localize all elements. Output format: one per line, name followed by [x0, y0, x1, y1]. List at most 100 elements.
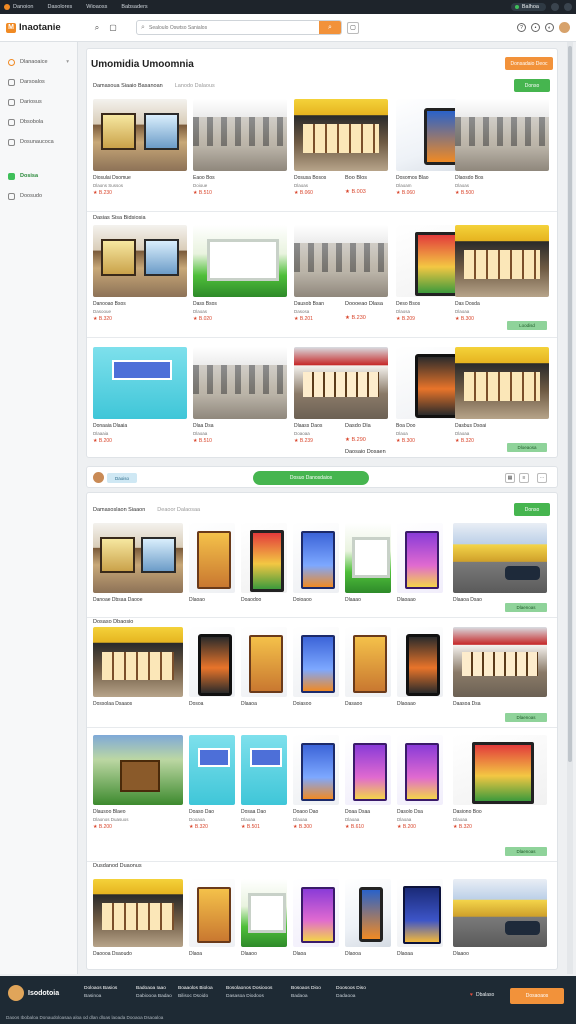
product-tile[interactable]: Dlaosdo Bos Dlaoas ★ B.500	[455, 99, 549, 196]
view-tag[interactable]: Loodisd	[507, 321, 547, 330]
product-tile[interactable]: Dlaoa	[189, 879, 235, 957]
product-tile[interactable]: Dlaaoa	[241, 627, 287, 707]
app-logo[interactable]: M Inaotanie	[6, 22, 86, 33]
product-image	[93, 347, 187, 419]
sidebar-item-3[interactable]: Dariosus	[0, 92, 77, 112]
online-dot-icon	[514, 5, 519, 9]
notification-icon[interactable]	[551, 3, 559, 11]
bell-icon[interactable]: •	[531, 23, 540, 32]
product-tile[interactable]: Das Dosda Dlaoaa ★ B.300	[455, 225, 549, 322]
product-tile[interactable]: Dlaaoo	[241, 879, 287, 957]
catalog-card-bottom: Damasoslaon Siaaon Deaoor Dalaosaa Donso …	[86, 492, 558, 970]
sidebar-item-dashboard[interactable]: Dlanaoaice ▾	[0, 52, 77, 72]
catalog-card-top: Umomidia Umoomnia Donsadaio Deoc Damasou…	[86, 48, 558, 458]
product-tile[interactable]: Danoae Dbsaa Daooe	[93, 523, 183, 603]
product-tile[interactable]: Dosusa Bosos Dlaoas ★ B.060	[294, 99, 388, 196]
product-image	[455, 347, 549, 419]
social-link[interactable]: ♥ Dbalaso	[470, 992, 494, 998]
product-tile[interactable]: Doiasoo	[293, 627, 339, 707]
product-tile[interactable]: Dosoa	[189, 627, 235, 707]
product-image	[193, 347, 287, 419]
sidebar-item-active[interactable]: Dosisa	[0, 166, 77, 186]
product-tile[interactable]: Dlaoaa	[397, 879, 443, 957]
nav-link-2[interactable]: Dasolores	[48, 4, 73, 10]
nav-link-home[interactable]: Danoion	[4, 4, 34, 10]
product-tile[interactable]: Dossolaa Dsaaos	[93, 627, 183, 707]
filter-chip[interactable]: Daoiso	[107, 473, 137, 483]
avatar[interactable]	[559, 22, 570, 33]
product-tile[interactable]: Dausob Bsan Dasosa ★ B.201	[294, 225, 388, 322]
product-tile[interactable]: Diosulai Dsomue Dlaons Sussos ★ B.230	[93, 99, 187, 196]
product-tile[interactable]: Dlaoaao	[397, 523, 443, 603]
product-tile[interactable]: Dlaoaao	[397, 627, 443, 707]
footer-logo[interactable]: Isodotoia	[8, 985, 59, 1001]
product-tile[interactable]: Dosaa Dao Dlaoaa ★ B.501	[241, 735, 287, 830]
product-image	[345, 523, 391, 593]
product-tile[interactable]: Dlaa Dsa Dlaoaa ★ B.510	[193, 347, 287, 444]
product-tile[interactable]: Dasiono Boo Dlaoaa ★ B.320	[453, 735, 547, 830]
nav-link-4[interactable]: Babsaders	[121, 4, 147, 10]
product-tile[interactable]: Donaaia Dlaaia Dlaaaia ★ B.200	[93, 347, 187, 444]
load-more-button[interactable]: Dosuo Danosdaios	[253, 471, 369, 485]
product-image	[93, 627, 183, 697]
product-tile[interactable]: Doioaoo	[293, 523, 339, 603]
product-tile[interactable]: Dasbus Dsoai Dlaoaa ★ B.320	[455, 347, 549, 444]
sidebar-item-5[interactable]: Dosunaucoca	[0, 132, 77, 152]
product-image	[345, 735, 391, 805]
product-tile[interactable]: Dlaaao	[345, 523, 391, 603]
app-header: MInaotanie ⌕ ▢ ⌕ ⌕ ▢ ? • ◐	[0, 14, 576, 42]
document-icon	[8, 118, 15, 126]
product-tile[interactable]: Dlausoo Blaeo Dlaonos Duasuos ★ B.200	[93, 735, 183, 830]
search-toggle-icon[interactable]: ⌕	[92, 23, 102, 33]
search-submit-button[interactable]: ⌕	[319, 21, 341, 34]
search-input[interactable]	[149, 24, 319, 31]
product-image	[397, 879, 443, 947]
product-tile[interactable]: Danooao Bsos Dasooue ★ B.320	[93, 225, 187, 322]
more-icon[interactable]: ⋯	[537, 473, 547, 483]
product-tile[interactable]: Dlaoa	[293, 879, 339, 957]
tile-price-extra: ★ B.230	[345, 315, 366, 321]
sidebar-item-4[interactable]: Dbsobola	[0, 112, 77, 132]
view-tag[interactable]: Dloeaosa	[507, 443, 547, 452]
product-tile[interactable]: Doaso Dao Dooaoa ★ B.320	[189, 735, 235, 830]
chat-icon[interactable]: ▢	[108, 23, 118, 33]
sidebar-item-2[interactable]: Darsoalos	[0, 72, 77, 92]
toolbar-strip: Daoiso Dosuo Danosdaios ▦ ≡ ⋯	[86, 466, 558, 488]
status-toggle[interactable]: Balhoa	[510, 3, 546, 11]
product-tile[interactable]: Doaa Dsaa Dlaoaa ★ B.610	[345, 735, 391, 830]
footer-cta-button[interactable]: Dosaoaos	[510, 988, 564, 1004]
product-tile[interactable]: Daoooa Dsaoudo	[93, 879, 183, 957]
product-image	[397, 735, 443, 805]
product-tile[interactable]: Eaoo Bos Doioue ★ B.510	[193, 99, 287, 196]
product-tile[interactable]: Daasoa Dsa	[453, 627, 547, 707]
scrollbar-thumb[interactable]	[568, 46, 572, 762]
help-icon[interactable]: ?	[517, 23, 526, 32]
filter-icon[interactable]: ▢	[347, 21, 359, 34]
product-tile[interactable]: Dasolo Dsa Dlaoaa ★ B.200	[397, 735, 443, 830]
product-tile[interactable]: Dlaaoo	[453, 879, 547, 957]
product-tile[interactable]: Dlaooa	[345, 879, 391, 957]
avatar[interactable]	[93, 472, 104, 483]
primary-action-button[interactable]: Donsadaio Deoc	[505, 57, 553, 70]
product-tile[interactable]: Doaoo Dao Dlaoaa ★ B.300	[293, 735, 339, 830]
user-menu-icon[interactable]: ◐	[545, 23, 554, 32]
section-action-button[interactable]: Donso	[514, 503, 550, 516]
product-tile[interactable]: Dasaoo	[345, 627, 391, 707]
product-tile[interactable]: Dlaass Daos Doaoaa ★ B.239	[294, 347, 388, 444]
product-tile[interactable]: Dlaoao	[189, 523, 235, 603]
product-tile[interactable]: Dlaaoa Dsao	[453, 523, 547, 603]
vertical-scrollbar[interactable]	[567, 42, 573, 974]
view-tag[interactable]: Dlaenoas	[505, 713, 547, 722]
view-tag[interactable]: Dlaenoas	[505, 603, 547, 612]
list-view-icon[interactable]: ≡	[519, 473, 529, 483]
view-tag[interactable]: Dlaenoas	[505, 847, 547, 856]
section-action-button[interactable]: Donso	[514, 79, 550, 92]
nav-link-3[interactable]: Wioaoss	[86, 4, 107, 10]
sidebar-item-7[interactable]: Doosudo	[0, 186, 77, 206]
product-tile[interactable]: Doaodoo	[241, 523, 287, 603]
settings-icon[interactable]	[564, 3, 572, 11]
grid-view-icon[interactable]: ▦	[505, 473, 515, 483]
product-image	[345, 879, 391, 947]
product-image	[345, 627, 391, 697]
product-tile[interactable]: Dass Bsos Dlaoas ★ B.020	[193, 225, 287, 322]
